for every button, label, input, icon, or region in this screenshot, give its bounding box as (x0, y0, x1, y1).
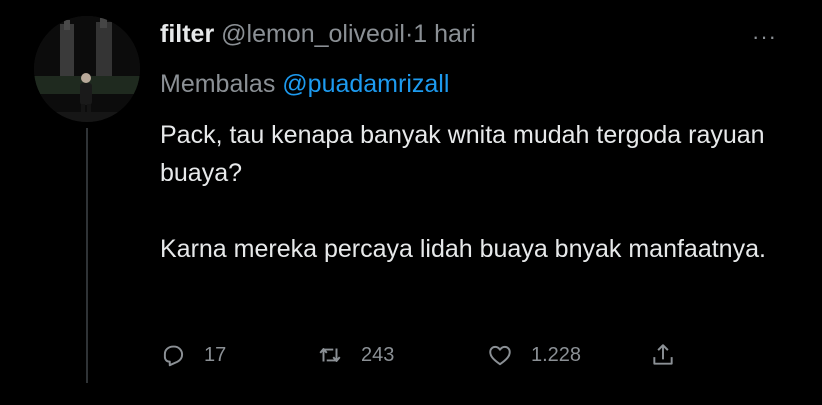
like-button[interactable]: 1.228 (487, 338, 581, 372)
retweet-icon (319, 348, 341, 362)
thread-line (86, 128, 88, 383)
share-button[interactable] (650, 338, 676, 372)
display-name[interactable]: filter (160, 20, 214, 48)
retweet-count: 243 (361, 343, 395, 366)
reply-prefix: Membalas (160, 70, 276, 98)
like-count: 1.228 (531, 343, 582, 366)
avatar-photo (34, 16, 140, 122)
tweet-paragraph: Pack, tau kenapa banyak wnita mudah terg… (160, 121, 765, 187)
more-options-icon[interactable]: ··· (752, 24, 777, 50)
avatar[interactable] (34, 16, 140, 122)
heart-icon (489, 345, 511, 366)
tweet-header: filter @lemon_oliveoil·1 hari (160, 18, 476, 50)
tweet[interactable]: filter @lemon_oliveoil·1 hari ··· Membal… (0, 0, 822, 405)
reply-button[interactable]: 17 (160, 338, 226, 372)
reply-to-handle[interactable]: @puadamrizall (282, 70, 449, 98)
reply-count: 17 (204, 343, 227, 366)
user-handle[interactable]: @lemon_oliveoil (221, 20, 405, 48)
action-bar: 17 243 1.228 (160, 338, 700, 372)
tweet-paragraph: Karna mereka percaya lidah buaya bnyak m… (160, 235, 766, 263)
share-icon (653, 344, 673, 365)
tweet-text: Pack, tau kenapa banyak wnita mudah terg… (160, 116, 770, 268)
reply-context: Membalas @puadamrizall (160, 68, 449, 100)
reply-icon (163, 345, 184, 367)
timestamp[interactable]: 1 hari (413, 20, 476, 48)
retweet-button[interactable]: 243 (317, 338, 394, 372)
